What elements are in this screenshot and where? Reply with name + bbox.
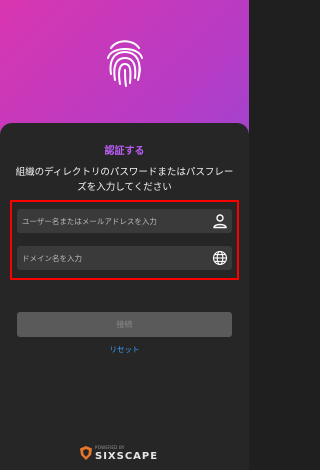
- domain-field[interactable]: [17, 246, 232, 270]
- reset-link[interactable]: リセット: [0, 344, 249, 355]
- sixscape-logo: POWERED BY SIXSCAPE: [80, 443, 172, 463]
- shield-logo-icon: [80, 446, 92, 460]
- connect-button[interactable]: 接続: [17, 312, 232, 337]
- globe-icon: [212, 250, 228, 266]
- person-icon: [213, 214, 227, 229]
- fingerprint-icon: [107, 40, 143, 87]
- powered-by-text: POWERED BY: [95, 445, 125, 450]
- instruction-text: 組織のディレクトリのパスワードまたはパスフレーズを入力してください: [15, 167, 234, 193]
- username-field[interactable]: [17, 209, 232, 233]
- username-input[interactable]: [22, 209, 202, 233]
- brand-name: SIXSCAPE: [95, 451, 159, 462]
- login-screen: 認証する 組織のディレクトリのパスワードまたはパスフレーズを入力してください 接…: [0, 0, 249, 470]
- page-title: 認証する: [104, 146, 145, 157]
- domain-input[interactable]: [22, 246, 202, 270]
